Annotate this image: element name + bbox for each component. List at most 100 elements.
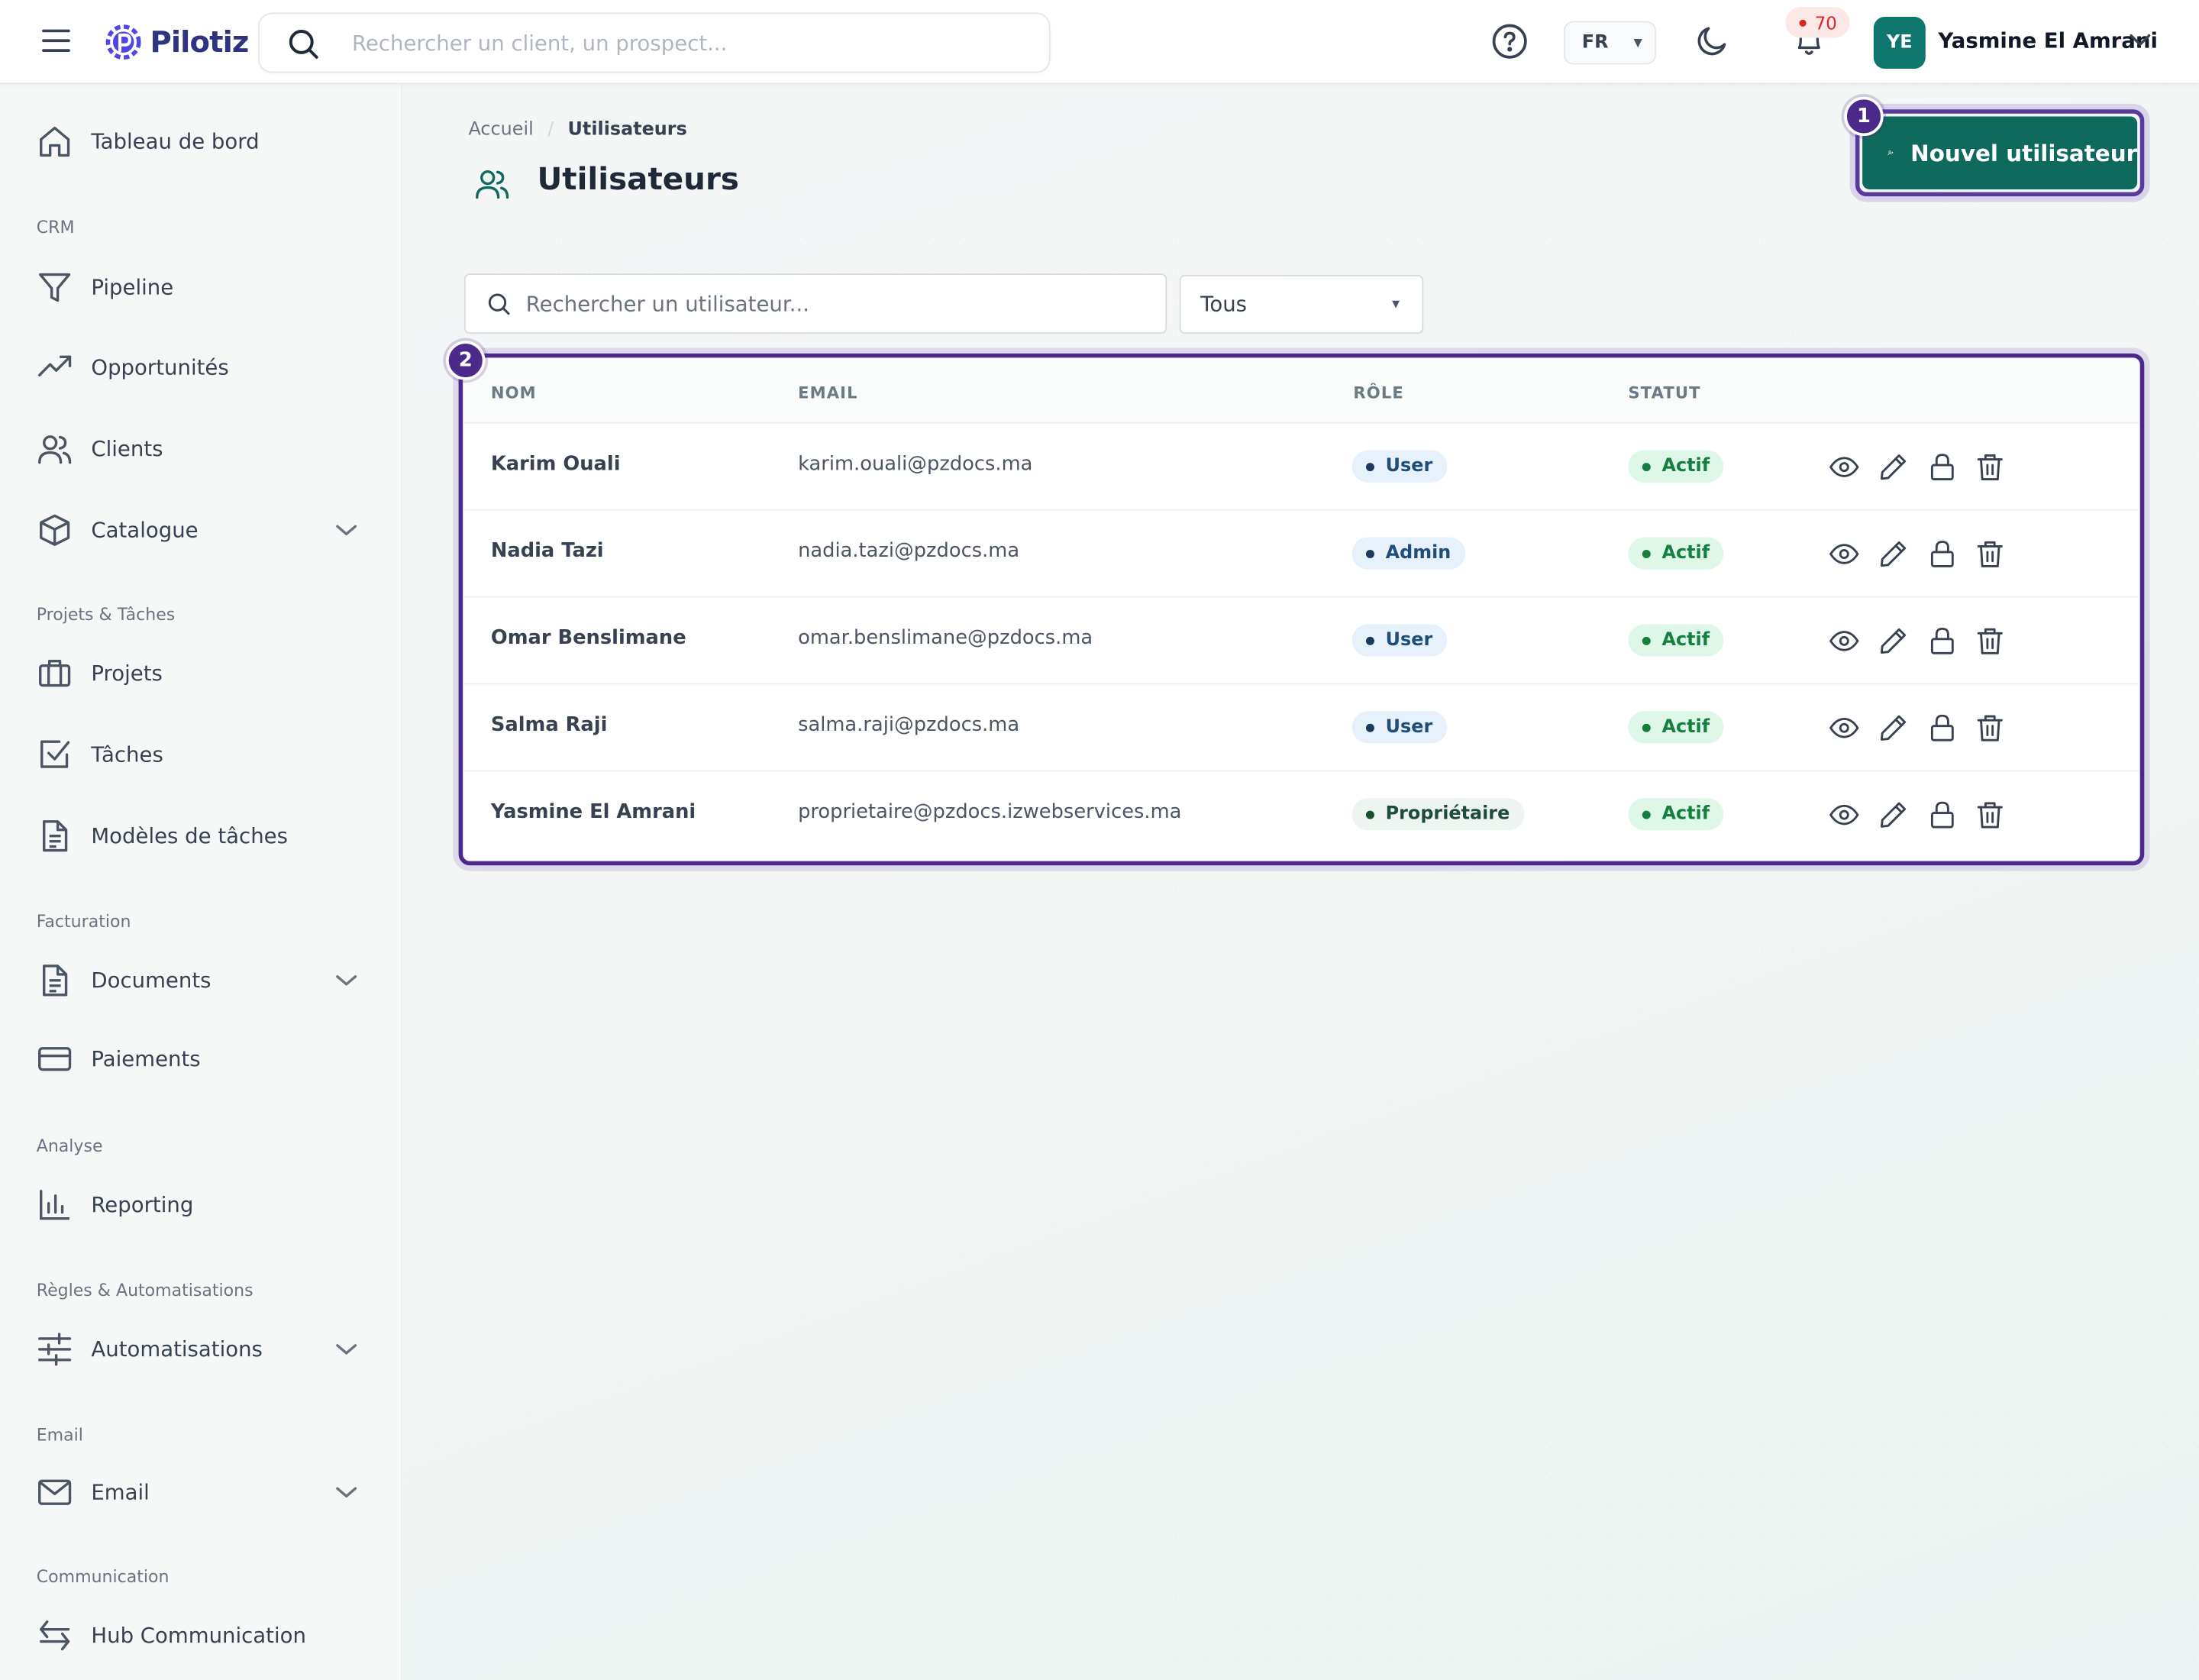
sidebar-item-task-templates[interactable]: Modèles de tâches — [0, 805, 402, 867]
avatar[interactable]: YE — [1873, 17, 1926, 69]
role-dot — [1365, 549, 1374, 558]
breadcrumb-home[interactable]: Accueil — [468, 119, 533, 141]
sidebar-item-documents[interactable]: Documents — [0, 949, 402, 1011]
role-dot — [1365, 809, 1374, 819]
logo-mark-icon — [105, 24, 141, 60]
column-header-name[interactable]: NOM — [491, 383, 537, 402]
role-dot — [1365, 722, 1374, 732]
breadcrumb: Accueil / Utilisateurs — [468, 119, 686, 141]
user-search[interactable] — [463, 273, 1167, 334]
status-badge: Actif — [1628, 537, 1724, 570]
menu-icon[interactable] — [39, 24, 73, 57]
sidebar-item-clients[interactable]: Clients — [0, 418, 402, 480]
mail-icon — [38, 1479, 72, 1505]
table-row[interactable]: Yasmine El Amrani proprietaire@pzdocs.izw… — [464, 771, 2139, 858]
lock-icon[interactable] — [1927, 800, 1958, 830]
users-icon — [38, 435, 72, 464]
language-select[interactable]: FR ▼ — [1563, 21, 1657, 65]
delete-icon[interactable] — [1975, 712, 2005, 743]
edit-icon[interactable] — [1878, 800, 1908, 830]
user-search-input[interactable] — [525, 291, 1143, 317]
view-icon[interactable] — [1829, 451, 1859, 482]
notification-badge[interactable]: 70 — [1785, 7, 1850, 38]
sidebar-item-label: Paiements — [91, 1046, 201, 1072]
view-icon[interactable] — [1829, 800, 1859, 830]
chevron-down-icon[interactable] — [331, 965, 361, 996]
user-email-cell: proprietaire@pzdocs.izwebservices.ma — [798, 800, 1182, 824]
role-dot — [1365, 635, 1374, 645]
edit-icon[interactable] — [1878, 538, 1908, 569]
role-badge: User — [1351, 711, 1447, 744]
role-label: User — [1385, 629, 1433, 651]
view-icon[interactable] — [1829, 625, 1859, 656]
status-label: Actif — [1661, 716, 1710, 738]
new-user-button[interactable]: Nouvel utilisateur — [1862, 116, 2138, 189]
sidebar-item-label: Email — [91, 1479, 150, 1505]
sidebar-item-tasks[interactable]: Tâches — [0, 724, 402, 786]
column-header-status[interactable]: STATUT — [1628, 383, 1700, 402]
role-dot — [1365, 462, 1374, 471]
sidebar-item-catalogue[interactable]: Catalogue — [0, 499, 402, 561]
sidebar-item-projects[interactable]: Projets — [0, 642, 402, 704]
section-analysis: Analyse — [36, 1136, 103, 1156]
status-dot — [1642, 462, 1651, 471]
global-search-input[interactable] — [352, 30, 997, 56]
sidebar-item-email[interactable]: Email — [0, 1462, 402, 1523]
lock-icon[interactable] — [1927, 538, 1958, 569]
view-icon[interactable] — [1829, 538, 1859, 569]
status-label: Actif — [1661, 542, 1710, 564]
table-row[interactable]: Salma Raji salma.raji@pzdocs.ma User Actif — [463, 684, 2139, 772]
breadcrumb-separator: / — [547, 119, 554, 141]
document-icon — [43, 964, 68, 997]
status-dot — [1642, 809, 1651, 819]
sidebar-item-label: Documents — [91, 968, 212, 993]
section-projects: Projets & Tâches — [36, 604, 176, 625]
edit-icon[interactable] — [1878, 451, 1908, 482]
user-name-cell: Salma Raji — [490, 713, 608, 737]
lock-icon[interactable] — [1927, 451, 1958, 482]
user-email-cell: nadia.tazi@pzdocs.ma — [798, 540, 1020, 563]
sidebar-item-opportunities[interactable]: Opportunités — [0, 337, 402, 399]
role-filter-select[interactable]: Tous ▼ — [1179, 274, 1424, 334]
lock-icon[interactable] — [1927, 625, 1958, 656]
top-bar: Pilotiz FR ▼ 70 YE Yasmine El Amrani — [0, 0, 2199, 85]
role-label: Admin — [1385, 542, 1451, 564]
section-email: Email — [36, 1425, 83, 1445]
table-row[interactable]: Nadia Tazi nadia.tazi@pzdocs.ma Admin Actif — [463, 511, 2139, 598]
delete-icon[interactable] — [1975, 538, 2005, 569]
role-filter-value: Tous — [1200, 292, 1248, 318]
table-row[interactable]: Omar Benslimane omar.benslimane@pzdocs.ma… — [463, 597, 2139, 685]
chevron-down-icon[interactable] — [331, 1477, 361, 1507]
moon-icon[interactable] — [1694, 22, 1731, 59]
sidebar-item-pipeline[interactable]: Pipeline — [0, 257, 402, 318]
lock-icon[interactable] — [1927, 712, 1958, 743]
column-header-role[interactable]: RÔLE — [1353, 383, 1404, 402]
edit-icon[interactable] — [1878, 625, 1908, 656]
help-icon[interactable] — [1490, 22, 1529, 60]
sidebar-item-dashboard[interactable]: Tableau de bord — [0, 111, 402, 173]
sidebar-item-payments[interactable]: Paiements — [0, 1028, 402, 1090]
sidebar-item-label: Pipeline — [91, 274, 174, 301]
role-label: User — [1385, 455, 1433, 477]
delete-icon[interactable] — [1975, 451, 2005, 482]
section-rules: Règles & Automatisations — [36, 1280, 253, 1300]
user-plus-icon — [1887, 150, 1894, 156]
view-icon[interactable] — [1829, 712, 1859, 743]
chevron-down-icon[interactable] — [2125, 25, 2155, 56]
table-row[interactable]: Karim Ouali karim.ouali@pzdocs.ma User Acti… — [463, 424, 2139, 511]
chevron-down-icon[interactable] — [331, 1334, 361, 1365]
status-dot — [1642, 635, 1651, 645]
sidebar-item-label: Tableau de bord — [91, 128, 260, 155]
column-header-email[interactable]: EMAIL — [798, 383, 858, 402]
edit-icon[interactable] — [1878, 712, 1908, 743]
logo[interactable]: Pilotiz — [101, 20, 249, 65]
chevron-down-icon[interactable] — [331, 515, 361, 545]
delete-icon[interactable] — [1975, 625, 2005, 656]
delete-icon[interactable] — [1975, 800, 2005, 830]
global-search[interactable] — [257, 12, 1051, 73]
sidebar-item-automations[interactable]: Automatisations — [0, 1318, 402, 1380]
sidebar-item-communication-hub[interactable]: Hub Communication — [0, 1604, 402, 1666]
search-icon — [289, 29, 318, 58]
sidebar-item-reporting[interactable]: Reporting — [0, 1174, 402, 1236]
notification-dot — [1799, 18, 1807, 26]
